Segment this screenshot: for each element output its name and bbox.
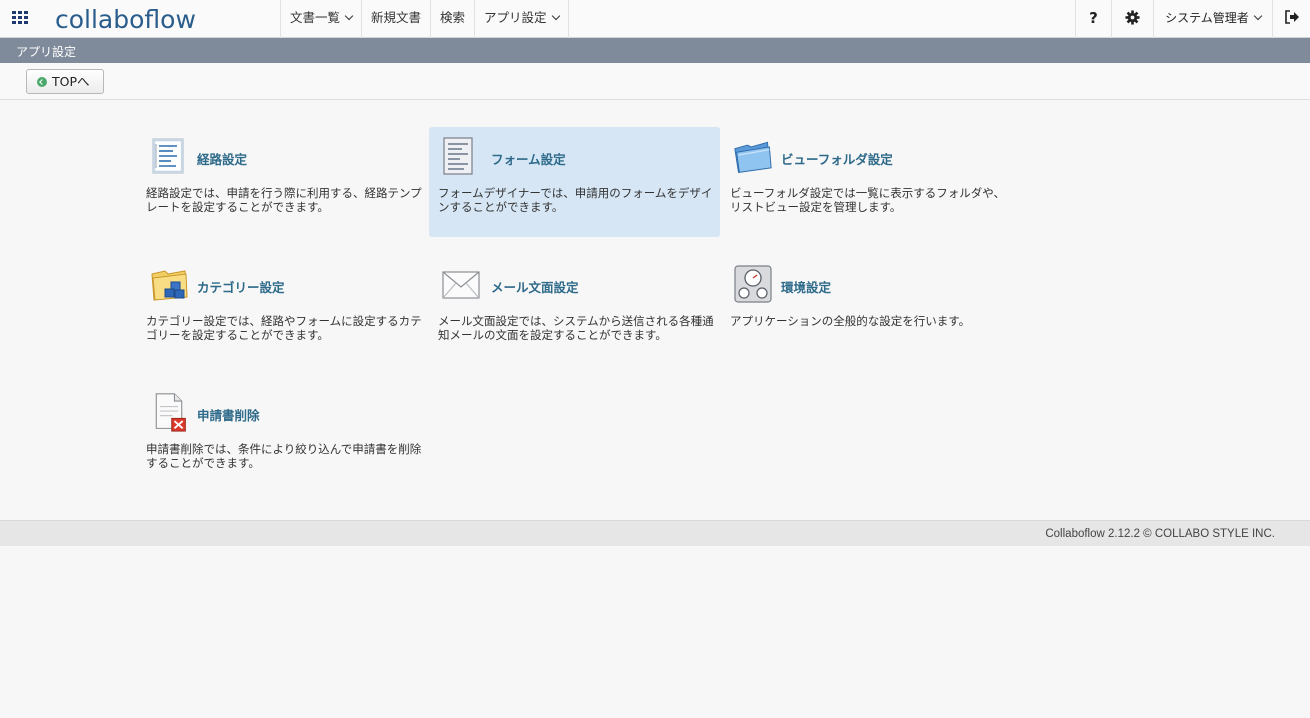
menu-app-settings[interactable]: アプリ設定 — [474, 0, 569, 38]
card-description: 経路設定では、申請を行う際に利用する、経路テンプレートを設定することができます。 — [146, 186, 422, 214]
menu-document-list[interactable]: 文書一覧 — [280, 0, 361, 38]
card-view-folder-settings[interactable]: ビューフォルダ設定 ビューフォルダ設定では一覧に表示するフォルダや、リストビュー… — [728, 127, 1019, 237]
card-environment-settings[interactable]: 環境設定 アプリケーションの全般的な設定を行います。 — [728, 255, 1019, 365]
card-mail-text-settings[interactable]: メール文面設定 メール文面設定では、システムから送信される各種通知メールの文面を… — [436, 255, 727, 365]
logout-icon — [1284, 10, 1299, 24]
card-category-settings[interactable]: カテゴリー設定 カテゴリー設定では、経路やフォームに設定するカテゴリーを設定する… — [144, 255, 435, 365]
top-button[interactable]: TOPへ — [26, 69, 104, 94]
card-title[interactable]: フォーム設定 — [491, 149, 566, 168]
card-route-settings[interactable]: 経路設定 経路設定では、申請を行う際に利用する、経路テンプレートを設定することが… — [144, 127, 435, 237]
help-button[interactable]: ? — [1075, 0, 1111, 38]
chevron-down-icon — [551, 11, 560, 21]
chevron-down-icon — [1253, 11, 1263, 21]
card-application-delete[interactable]: 申請書削除 申請書削除では、条件により絞り込んで申請書を削除することができます。 — [144, 383, 435, 493]
page-title-bar: アプリ設定 — [0, 38, 1310, 63]
card-description: ビューフォルダ設定では一覧に表示するフォルダや、リストビュー設定を管理します。 — [730, 186, 1005, 214]
card-title[interactable]: 経路設定 — [197, 149, 247, 168]
page-title: アプリ設定 — [16, 45, 77, 59]
card-title[interactable]: メール文面設定 — [491, 277, 579, 296]
category-cubes-icon — [151, 270, 188, 301]
card-description: フォームデザイナーでは、申請用のフォームをデザインすることができます。 — [438, 186, 713, 214]
envelope-icon — [442, 271, 480, 299]
card-form-settings[interactable]: フォーム設定 フォームデザイナーでは、申請用のフォームをデザインすることができま… — [429, 127, 720, 237]
menu-search[interactable]: 検索 — [430, 0, 474, 38]
user-menu[interactable]: システム管理者 — [1153, 0, 1272, 38]
main-menu: 文書一覧 新規文書 検索 アプリ設定 — [280, 0, 569, 38]
environment-gauges-icon — [734, 265, 772, 303]
card-title[interactable]: ビューフォルダ設定 — [781, 149, 893, 168]
card-description: メール文面設定では、システムから送信される各種通知メールの文面を設定することがで… — [438, 314, 714, 342]
header-actions: ? システム管理者 — [1075, 0, 1310, 38]
footer: Collaboflow 2.12.2 © COLLABO STYLE INC. — [0, 520, 1310, 546]
settings-button[interactable] — [1111, 0, 1153, 38]
card-title[interactable]: 申請書削除 — [197, 405, 260, 424]
top-navigation: collaboflow 文書一覧 新規文書 検索 アプリ設定 ? システム管理者 — [0, 0, 1310, 38]
gear-icon — [1125, 10, 1140, 25]
card-title[interactable]: カテゴリー設定 — [197, 277, 285, 296]
card-description: カテゴリー設定では、経路やフォームに設定するカテゴリーを設定することができます。 — [146, 314, 422, 342]
copyright-text: Collaboflow 2.12.2 © COLLABO STYLE INC. — [1045, 528, 1275, 540]
grid-icon[interactable] — [12, 11, 28, 25]
delete-document-icon — [155, 393, 186, 432]
card-description: 申請書削除では、条件により絞り込んで申請書を削除することができます。 — [146, 442, 422, 470]
form-document-icon — [443, 137, 473, 175]
circle-arrow-icon — [37, 77, 47, 87]
card-title[interactable]: 環境設定 — [781, 277, 831, 296]
collaboflow-logo[interactable]: collaboflow — [55, 5, 196, 34]
toolbar: TOPへ — [0, 63, 1310, 100]
chevron-down-icon — [344, 11, 354, 21]
logout-button[interactable] — [1272, 0, 1310, 38]
route-list-icon — [152, 138, 184, 174]
menu-new-document[interactable]: 新規文書 — [361, 0, 430, 38]
card-description: アプリケーションの全般的な設定を行います。 — [730, 314, 971, 328]
folder-icon — [734, 141, 772, 173]
